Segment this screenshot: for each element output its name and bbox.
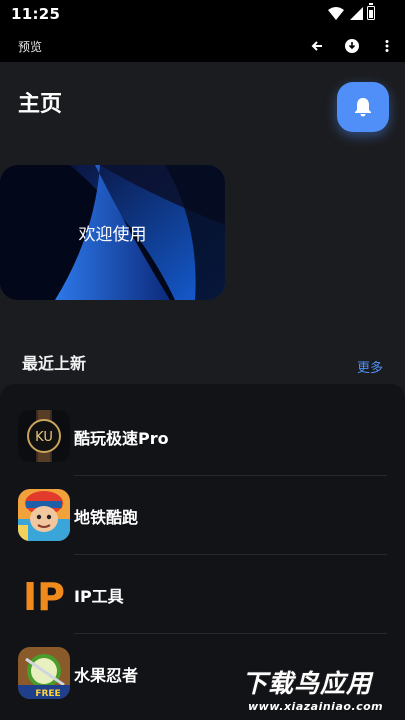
app-name: 地铁酷跑: [74, 508, 139, 527]
watermark-logo-text: 下载鸟应用: [242, 669, 373, 698]
status-bar: 11:25: [0, 0, 405, 30]
status-time: 11:25: [11, 5, 61, 23]
more-vert-icon: [385, 40, 389, 52]
page-title: 主页: [18, 92, 63, 117]
app-name: IP工具: [74, 587, 124, 606]
fruit-ninja-icon: FREE: [18, 647, 70, 699]
welcome-banner[interactable]: 欢迎使用: [0, 165, 225, 300]
list-item[interactable]: IP IP工具: [0, 555, 405, 634]
toolbar-title: 预览: [18, 40, 43, 54]
more-link[interactable]: 更多: [357, 357, 383, 376]
wifi-icon: [328, 7, 344, 20]
more-options-button[interactable]: [377, 36, 397, 56]
watermark-url: www.xiazainiao.com: [248, 700, 384, 713]
ip-tool-icon: IP: [18, 568, 70, 620]
back-arrow-icon: [311, 41, 322, 51]
toolbar: 预览: [0, 30, 405, 62]
banner-text: 欢迎使用: [78, 225, 147, 245]
screen: 11:25 预览 主页 欢迎使用 最近上新 更多 KU 酷玩极速Pro 地铁酷跑…: [0, 0, 405, 720]
free-badge-text: FREE: [35, 689, 60, 699]
subway-surfers-icon: [18, 489, 70, 541]
ku-app-icon: KU: [18, 410, 70, 462]
ku-logo-text: KU: [35, 430, 53, 445]
download-circle-icon: [345, 39, 359, 53]
signal-icon: [350, 7, 363, 20]
watermark: 下载鸟应用 www.xiazainiao.com: [240, 660, 405, 720]
app-name: 酷玩极速Pro: [74, 429, 169, 448]
back-button[interactable]: [307, 36, 327, 56]
bell-icon: [355, 98, 371, 117]
ip-logo-text: IP: [23, 575, 65, 619]
battery-icon: [367, 3, 375, 20]
list-item[interactable]: 地铁酷跑: [0, 476, 405, 555]
section-title: 最近上新: [22, 354, 87, 373]
download-button[interactable]: [342, 36, 362, 56]
list-item[interactable]: KU 酷玩极速Pro: [0, 397, 405, 476]
app-name: 水果忍者: [74, 666, 139, 685]
notification-button[interactable]: [337, 82, 389, 132]
